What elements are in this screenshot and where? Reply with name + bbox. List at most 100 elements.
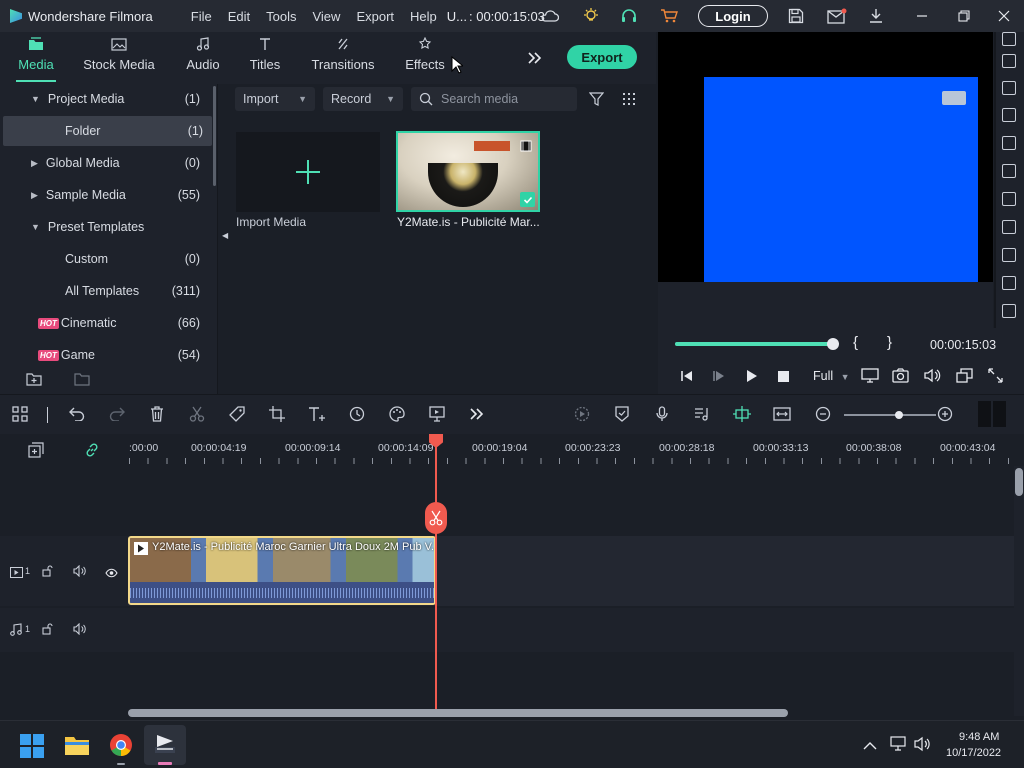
folder-icon[interactable] [74, 372, 90, 389]
marker-box[interactable] [1002, 54, 1016, 68]
grid-view-icon[interactable] [622, 92, 636, 109]
panel-toggle-right[interactable] [993, 401, 1006, 427]
clock-time[interactable]: 9:48 AM [959, 731, 999, 743]
snap-icon[interactable] [731, 403, 753, 425]
filmora-taskbar-button[interactable] [144, 725, 186, 765]
playhead-scissor-handle[interactable] [425, 502, 447, 534]
screen-record-icon[interactable] [426, 403, 448, 425]
render-preview-icon[interactable] [571, 403, 593, 425]
marker-box[interactable] [1002, 108, 1016, 122]
panel-toggle-left[interactable] [978, 401, 991, 427]
play-icon[interactable] [746, 369, 758, 386]
eye-icon[interactable] [105, 566, 118, 581]
cart-icon[interactable] [659, 6, 679, 26]
record-dropdown[interactable]: Record ▼ [323, 87, 403, 111]
tree-sample-media[interactable]: ▶ Sample Media (55) [0, 180, 212, 210]
chrome-icon[interactable] [109, 733, 133, 760]
tag-icon[interactable] [226, 403, 248, 425]
stop-icon[interactable] [778, 370, 789, 385]
library-scrollbar[interactable] [213, 86, 216, 186]
tree-cinematic[interactable]: HOT Cinematic (66) [0, 308, 212, 338]
add-track-icon[interactable] [28, 442, 44, 461]
menu-edit[interactable]: Edit [220, 9, 258, 24]
marker-icon[interactable] [611, 403, 633, 425]
search-media-input[interactable]: Search media [411, 87, 577, 111]
tree-custom[interactable]: Custom (0) [0, 244, 212, 274]
display-icon[interactable] [861, 368, 879, 387]
volume-tray-icon[interactable] [914, 736, 932, 755]
zoom-out-icon[interactable] [812, 403, 834, 425]
undo-icon[interactable] [66, 403, 88, 425]
step-back-icon[interactable] [680, 370, 693, 385]
speaker-icon[interactable] [73, 564, 86, 580]
close-icon[interactable] [994, 6, 1014, 26]
quality-dropdown[interactable]: Full ▼ [813, 369, 850, 383]
tree-game[interactable]: HOT Game (54) [0, 340, 212, 370]
tab-titles[interactable]: Titles [244, 32, 286, 84]
zoom-slider-track[interactable] [844, 411, 936, 419]
network-icon[interactable] [890, 736, 908, 755]
marker-box[interactable] [1002, 248, 1016, 262]
cloud-icon[interactable] [540, 6, 560, 26]
frame-forward-icon[interactable] [712, 370, 725, 385]
marker-box[interactable] [1002, 164, 1016, 178]
marker-box[interactable] [1002, 220, 1016, 234]
add-text-icon[interactable] [306, 403, 328, 425]
speaker-icon[interactable] [73, 622, 86, 638]
filter-icon[interactable] [588, 92, 605, 110]
login-button[interactable]: Login [698, 5, 768, 27]
menu-tools[interactable]: Tools [258, 9, 304, 24]
marker-box[interactable] [1002, 192, 1016, 206]
import-dropdown[interactable]: Import ▼ [235, 87, 315, 111]
file-explorer-icon[interactable] [64, 733, 90, 760]
mail-icon[interactable] [826, 6, 848, 26]
marker-box[interactable] [1002, 136, 1016, 150]
speed-icon[interactable] [346, 403, 368, 425]
headset-icon[interactable] [619, 6, 639, 26]
tree-folder[interactable]: Folder (1) [3, 116, 212, 146]
menu-help[interactable]: Help [402, 9, 445, 24]
tree-all-templates[interactable]: All Templates (311) [0, 276, 212, 306]
tab-stock-media[interactable]: Stock Media [82, 32, 156, 84]
more-tools-icon[interactable] [466, 403, 488, 425]
windows-start-icon[interactable] [20, 734, 44, 761]
timeline-video-clip[interactable]: Y2Mate.is - Publicité Maroc Garnier Ultr… [128, 536, 436, 605]
audio-mixer-icon[interactable] [691, 403, 713, 425]
marker-box[interactable] [1002, 304, 1016, 318]
fit-timeline-icon[interactable] [771, 403, 793, 425]
marker-box[interactable] [1002, 81, 1016, 95]
cut-icon[interactable] [186, 403, 208, 425]
tab-effects[interactable]: Effects [402, 32, 448, 84]
menu-export[interactable]: Export [348, 9, 402, 24]
horizontal-scrollbar[interactable] [128, 709, 788, 717]
mark-in-bracket[interactable]: { [853, 334, 858, 351]
lock-icon[interactable] [42, 565, 53, 580]
restore-icon[interactable] [954, 6, 974, 26]
vertical-scrollbar-thumb[interactable] [1015, 468, 1023, 496]
minimize-icon[interactable] [912, 6, 932, 26]
color-palette-icon[interactable] [386, 403, 408, 425]
link-icon[interactable] [84, 442, 100, 461]
bulb-icon[interactable] [581, 6, 601, 26]
chevron-up-icon[interactable] [863, 739, 877, 754]
marker-box[interactable] [1002, 32, 1016, 46]
zoom-slider-knob[interactable] [895, 411, 904, 419]
clock-date[interactable]: 10/17/2022 [946, 747, 1001, 759]
tab-audio[interactable]: Audio [182, 32, 224, 84]
zoom-in-icon[interactable] [934, 403, 956, 425]
marker-box[interactable] [1002, 276, 1016, 290]
fullscreen-icon[interactable] [988, 368, 1003, 386]
preview-progress-track[interactable] [675, 338, 839, 350]
menu-file[interactable]: File [183, 9, 220, 24]
preview-progress-knob[interactable] [827, 338, 839, 350]
vertical-scrollbar[interactable] [1014, 466, 1024, 716]
tree-global-media[interactable]: ▶ Global Media (0) [0, 148, 212, 178]
layout-grid-icon[interactable] [9, 403, 31, 425]
microphone-icon[interactable] [651, 403, 673, 425]
media-clip-thumbnail[interactable] [396, 131, 540, 212]
lock-icon[interactable] [42, 623, 53, 638]
tab-media[interactable]: Media [14, 32, 58, 84]
tree-preset-templates[interactable]: ▼ Preset Templates [0, 212, 212, 242]
volume-icon[interactable] [924, 368, 941, 386]
snapshot-icon[interactable] [892, 368, 909, 386]
